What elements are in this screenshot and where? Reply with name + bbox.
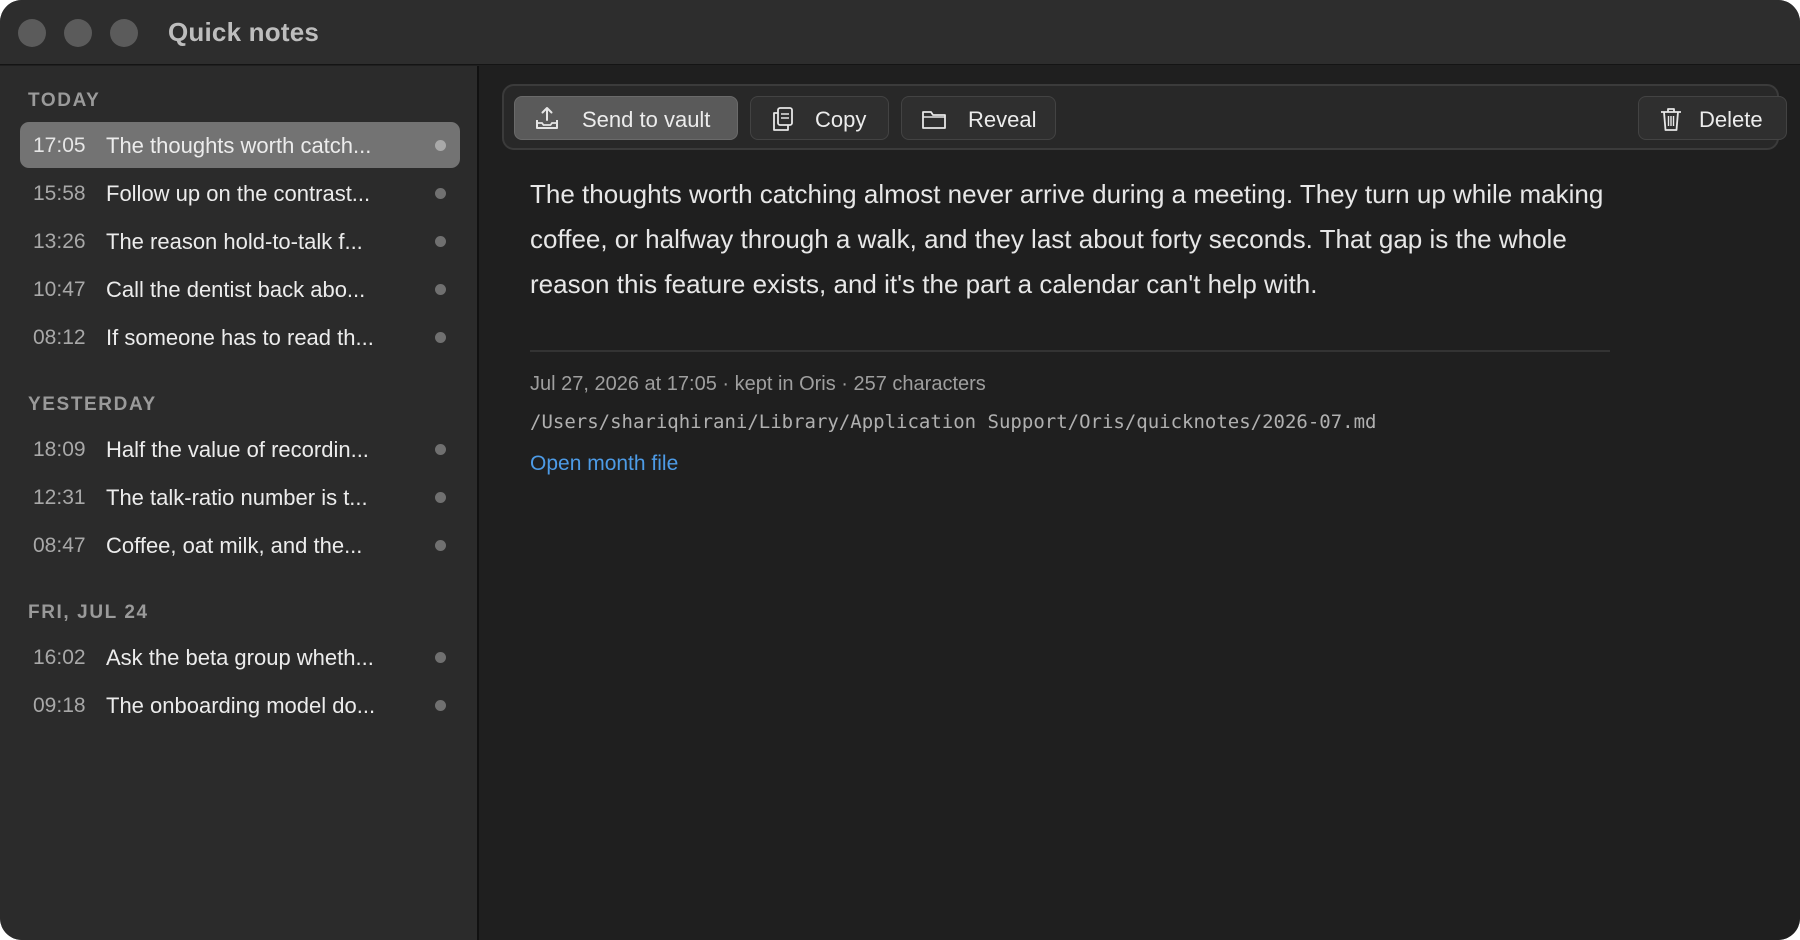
- note-title: The onboarding model do...: [106, 693, 376, 718]
- note-title: Call the dentist back abo...: [106, 277, 366, 302]
- reveal-label: Reveal: [968, 107, 1037, 132]
- note-time: 10:47: [33, 278, 86, 301]
- close-window-button[interactable]: [18, 19, 46, 47]
- note-time: 13:26: [33, 230, 86, 253]
- minimize-window-button[interactable]: [64, 19, 92, 47]
- note-file-path: /Users/shariqhirani/Library/Application …: [530, 411, 1377, 433]
- copy-icon: [773, 107, 793, 131]
- note-list-item[interactable]: 13:26 The reason hold-to-talk f...: [20, 218, 460, 264]
- note-status-dot: [435, 188, 446, 199]
- folder-icon: [922, 111, 946, 129]
- note-list-item[interactable]: 15:58 Follow up on the contrast...: [20, 170, 460, 216]
- note-time: 16:02: [33, 646, 86, 669]
- divider: [530, 350, 1610, 352]
- send-to-vault-label: Send to vault: [582, 107, 711, 132]
- note-list-item[interactable]: 08:47 Coffee, oat milk, and the...: [20, 522, 460, 568]
- group-header-today: TODAY: [28, 90, 101, 111]
- note-list-item[interactable]: 16:02 Ask the beta group wheth...: [20, 634, 460, 680]
- group-header-fri-jul-24: FRI, JUL 24: [28, 602, 149, 623]
- note-list-item[interactable]: 18:09 Half the value of recordin...: [20, 426, 460, 472]
- note-time: 17:05: [33, 134, 86, 157]
- open-month-file-link[interactable]: Open month file: [530, 452, 678, 476]
- note-metadata: Jul 27, 2026 at 17:05 · kept in Oris · 2…: [530, 373, 986, 395]
- note-status-dot: [435, 332, 446, 343]
- note-title: If someone has to read th...: [106, 325, 374, 350]
- note-status-dot: [435, 540, 446, 551]
- note-time: 09:18: [33, 694, 86, 717]
- window-title: Quick notes: [168, 17, 320, 47]
- note-title: Coffee, oat milk, and the...: [106, 533, 363, 558]
- copy-label: Copy: [815, 107, 867, 132]
- copy-button[interactable]: Copy: [750, 96, 889, 140]
- zoom-window-button[interactable]: [110, 19, 138, 47]
- delete-button[interactable]: Delete: [1638, 96, 1787, 140]
- title-bar[interactable]: Quick notes: [0, 0, 1800, 65]
- note-list-item[interactable]: 09:18 The onboarding model do...: [20, 682, 460, 728]
- note-status-dot: [435, 700, 446, 711]
- note-time: 12:31: [33, 486, 86, 509]
- note-title: The talk-ratio number is t...: [106, 485, 368, 510]
- note-title: The reason hold-to-talk f...: [106, 229, 363, 254]
- note-status-dot: [435, 284, 446, 295]
- note-list-item[interactable]: 17:05 The thoughts worth catch...: [20, 122, 460, 168]
- note-time: 15:58: [33, 182, 86, 205]
- trash-icon: [1661, 108, 1681, 131]
- note-body-text[interactable]: The thoughts worth catching almost never…: [530, 172, 1640, 307]
- note-title: Follow up on the contrast...: [106, 181, 371, 206]
- reveal-button[interactable]: Reveal: [901, 96, 1056, 140]
- group-header-yesterday: YESTERDAY: [28, 394, 157, 415]
- notes-sidebar: TODAY 17:05 The thoughts worth catch... …: [0, 66, 479, 940]
- note-status-dot: [435, 140, 446, 151]
- upload-tray-icon: [536, 107, 558, 129]
- note-time: 08:47: [33, 534, 86, 557]
- note-title: The thoughts worth catch...: [106, 133, 372, 158]
- note-detail-pane: Send to vault Copy Reveal Delete The tho…: [481, 66, 1800, 940]
- send-to-vault-button[interactable]: Send to vault: [514, 96, 738, 140]
- note-list-item[interactable]: 12:31 The talk-ratio number is t...: [20, 474, 460, 520]
- note-title: Ask the beta group wheth...: [106, 645, 374, 670]
- note-status-dot: [435, 444, 446, 455]
- note-time: 18:09: [33, 438, 86, 461]
- note-status-dot: [435, 652, 446, 663]
- note-time: 08:12: [33, 326, 86, 349]
- note-list-item[interactable]: 08:12 If someone has to read th...: [20, 314, 460, 360]
- note-title: Half the value of recordin...: [106, 437, 369, 462]
- note-toolbar: Send to vault Copy Reveal Delete: [502, 84, 1787, 150]
- note-status-dot: [435, 236, 446, 247]
- delete-label: Delete: [1699, 107, 1763, 132]
- note-status-dot: [435, 492, 446, 503]
- quick-notes-window: Quick notes TODAY 17:05 The thoughts wor…: [0, 0, 1800, 940]
- note-list-item[interactable]: 10:47 Call the dentist back abo...: [20, 266, 460, 312]
